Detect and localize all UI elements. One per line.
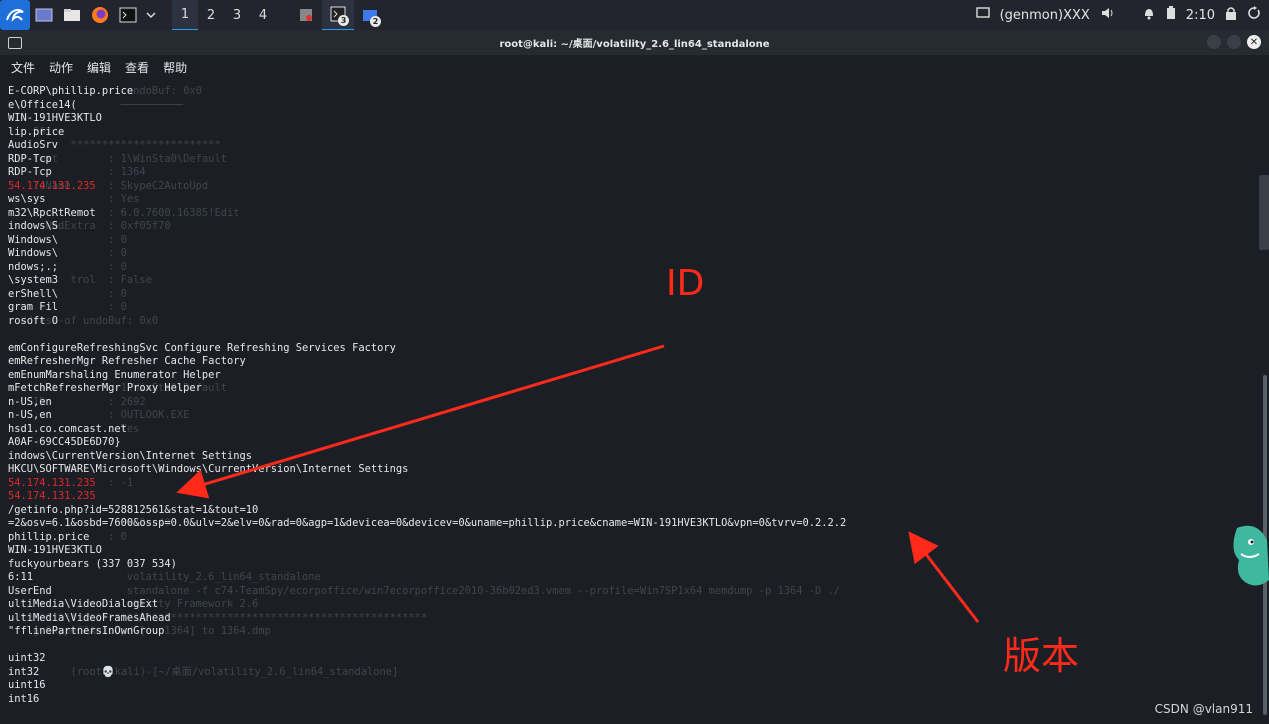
id-annotation: ID [666, 263, 705, 304]
version-annotation: 版本 [1003, 634, 1080, 678]
watermark: CSDN @vlan911 [1154, 702, 1253, 716]
mascot-icon [1233, 525, 1269, 586]
annotation-arrows [176, 344, 980, 623]
id-arrow [176, 344, 665, 499]
version-arrow [908, 531, 980, 623]
